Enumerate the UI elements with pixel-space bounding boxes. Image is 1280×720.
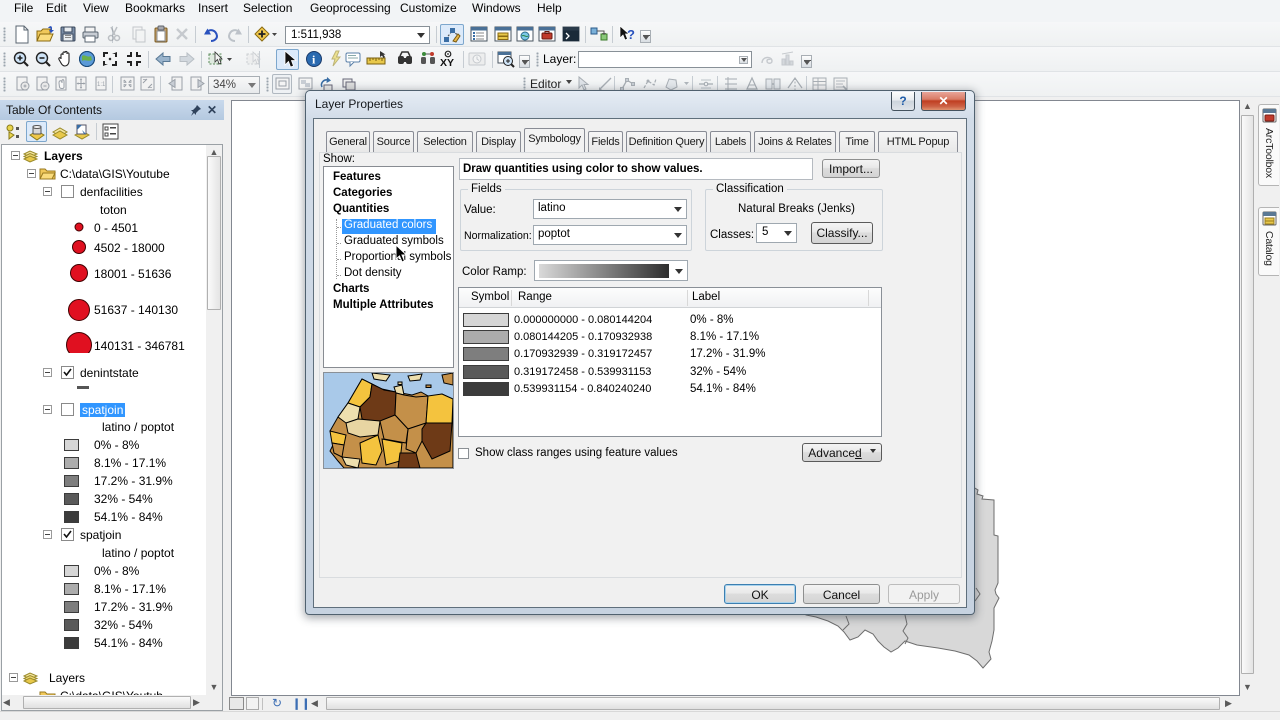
svg-text:1:1: 1:1 <box>97 82 106 88</box>
svg-text:?: ? <box>627 27 635 42</box>
svg-text:XY: XY <box>440 57 454 69</box>
